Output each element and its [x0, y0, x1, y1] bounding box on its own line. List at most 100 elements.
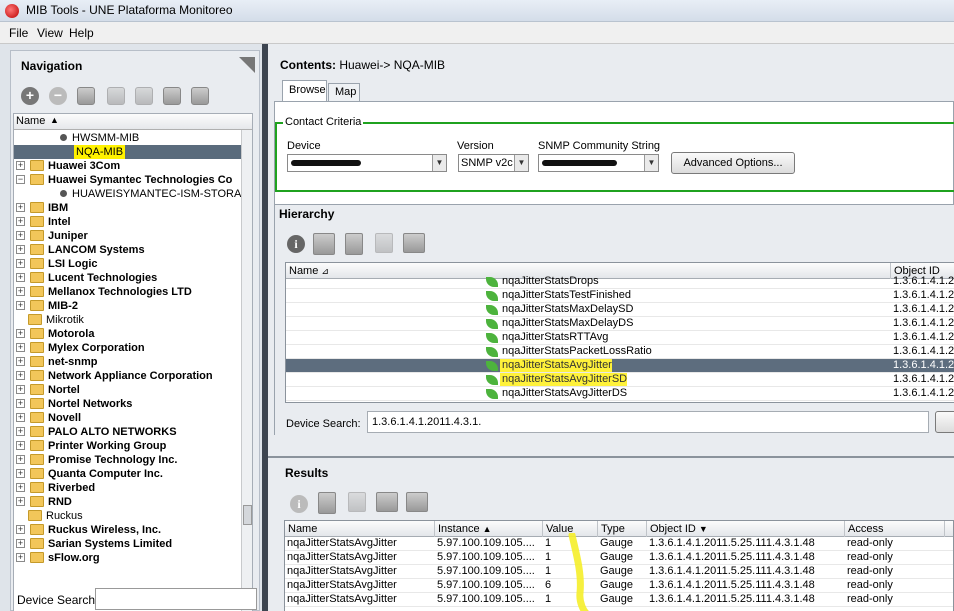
nav-device-search-input[interactable]: [95, 588, 257, 610]
tree-item[interactable]: + Novell: [14, 411, 252, 425]
tree-item[interactable]: + Lucent Technologies: [14, 271, 252, 285]
tree-item[interactable]: + Quanta Computer Inc.: [14, 467, 252, 481]
tree-item[interactable]: + Huawei 3Com: [14, 159, 252, 173]
menu-help[interactable]: Help: [69, 26, 94, 40]
hier-device-search-input[interactable]: 1.3.6.1.4.1.2011.4.3.1.: [367, 411, 929, 433]
tree-item[interactable]: + PALO ALTO NETWORKS: [14, 425, 252, 439]
results-row[interactable]: nqaJitterStatsAvgJitter 5.97.100.109.105.…: [285, 593, 953, 607]
tree-item[interactable]: + LSI Logic: [14, 257, 252, 271]
tree-item[interactable]: + Intel: [14, 215, 252, 229]
hierarchy-row[interactable]: nqaJitterStatsAvgJitterDS 1.3.6.1.4.1.2: [286, 387, 954, 401]
res-col-type[interactable]: Type: [598, 521, 647, 537]
tab-browse[interactable]: Browse: [282, 80, 327, 102]
expand-node-icon[interactable]: +: [16, 553, 25, 562]
hierarchy-row[interactable]: nqaJitterStatsPacketLossRatio 1.3.6.1.4.1…: [286, 345, 954, 359]
device-combo[interactable]: ▼: [287, 154, 447, 172]
res-col-oid[interactable]: Object ID ▼: [647, 521, 845, 537]
tree-item[interactable]: HUAWEISYMANTEC-ISM-STORAGE-SV: [14, 187, 252, 201]
res-col-name[interactable]: Name: [285, 521, 435, 537]
expand-node-icon[interactable]: +: [16, 301, 25, 310]
tree-item[interactable]: + Nortel: [14, 383, 252, 397]
scrollbar-thumb[interactable]: [243, 505, 252, 525]
advanced-options-button[interactable]: Advanced Options...: [671, 152, 795, 174]
expand-node-icon[interactable]: +: [16, 343, 25, 352]
expand-node-icon[interactable]: +: [16, 259, 25, 268]
tree-item[interactable]: + Promise Technology Inc.: [14, 453, 252, 467]
expand-node-icon[interactable]: +: [16, 497, 25, 506]
expand-node-icon[interactable]: +: [16, 329, 25, 338]
expand-node-icon[interactable]: +: [16, 245, 25, 254]
community-combo[interactable]: ▼: [538, 154, 659, 172]
hierarchy-row[interactable]: nqaJitterStatsMaxDelaySD 1.3.6.1.4.1.2: [286, 303, 954, 317]
expand-node-icon[interactable]: +: [16, 273, 25, 282]
hierarchy-row[interactable]: nqaJitterStatsAvgJitterSD 1.3.6.1.4.1.2: [286, 373, 954, 387]
edit-folder-icon[interactable]: [107, 87, 125, 105]
set-icon[interactable]: [375, 233, 393, 253]
edit-icon[interactable]: [376, 492, 398, 512]
hierarchy-row[interactable]: nqaJitterStatsTestFinished 1.3.6.1.4.1.2: [286, 289, 954, 303]
expand-all-icon[interactable]: +: [21, 87, 39, 105]
set-icon[interactable]: [348, 492, 366, 512]
hierarchy-row[interactable]: nqaJitterStatsRTTAvg 1.3.6.1.4.1.2: [286, 331, 954, 345]
export-icon[interactable]: [406, 492, 428, 512]
tree-item[interactable]: + sFlow.org: [14, 551, 252, 565]
expand-node-icon[interactable]: +: [16, 483, 25, 492]
tree-item[interactable]: + LANCOM Systems: [14, 243, 252, 257]
tree-item[interactable]: + Mylex Corporation: [14, 341, 252, 355]
res-col-instance[interactable]: Instance ▲: [435, 521, 543, 537]
tree-item[interactable]: − Huawei Symantec Technologies Co: [14, 173, 252, 187]
chevron-down-icon[interactable]: ▼: [514, 155, 528, 171]
tree-item[interactable]: + Ruckus Wireless, Inc.: [14, 523, 252, 537]
expand-node-icon[interactable]: +: [16, 371, 25, 380]
expand-node-icon[interactable]: +: [16, 399, 25, 408]
collapse-all-icon[interactable]: −: [49, 87, 67, 105]
expand-node-icon[interactable]: +: [16, 161, 25, 170]
tree-item[interactable]: + Riverbed: [14, 481, 252, 495]
get-icon[interactable]: [318, 492, 336, 514]
get-icon[interactable]: [345, 233, 363, 255]
expand-node-icon[interactable]: +: [16, 469, 25, 478]
chevron-down-icon[interactable]: ▼: [644, 155, 658, 171]
expand-node-icon[interactable]: +: [16, 413, 25, 422]
tree-item[interactable]: HWSMM-MIB: [14, 131, 252, 145]
tree-vertical-scrollbar[interactable]: [241, 130, 252, 611]
expand-node-icon[interactable]: +: [16, 427, 25, 436]
collapse-node-icon[interactable]: −: [16, 175, 25, 184]
hierarchy-row[interactable]: nqaJitterStatsAvgJitter 1.3.6.1.4.1.2: [286, 359, 954, 373]
tree-item[interactable]: + Nortel Networks: [14, 397, 252, 411]
expand-node-icon[interactable]: +: [16, 539, 25, 548]
delete-folder-icon[interactable]: [135, 87, 153, 105]
tab-map[interactable]: Map: [328, 83, 360, 102]
expand-node-icon[interactable]: +: [16, 455, 25, 464]
hierarchy-row[interactable]: nqaJitterStatsDrops 1.3.6.1.4.1.2: [286, 275, 954, 289]
tree-item[interactable]: + MIB-2: [14, 299, 252, 313]
hierarchy-row[interactable]: nqaJitterStatsMaxDelayDS 1.3.6.1.4.1.2: [286, 317, 954, 331]
tree-item[interactable]: NQA-MIB: [14, 145, 252, 159]
tree-item[interactable]: + IBM: [14, 201, 252, 215]
tree-item[interactable]: + Sarian Systems Limited: [14, 537, 252, 551]
tree-item[interactable]: + net-snmp: [14, 355, 252, 369]
walk-icon[interactable]: [313, 233, 335, 255]
add-folder-icon[interactable]: [77, 87, 95, 105]
menu-file[interactable]: File: [9, 26, 28, 40]
res-col-access[interactable]: Access: [845, 521, 945, 537]
tree-item[interactable]: Mikrotik: [14, 313, 252, 327]
info-icon[interactable]: i: [287, 235, 305, 253]
tree-item[interactable]: + Printer Working Group: [14, 439, 252, 453]
tree-item[interactable]: Ruckus: [14, 509, 252, 523]
tree-item[interactable]: + Motorola: [14, 327, 252, 341]
chevron-down-icon[interactable]: ▼: [432, 155, 446, 171]
expand-node-icon[interactable]: +: [16, 441, 25, 450]
results-row[interactable]: nqaJitterStatsAvgJitter 5.97.100.109.105.…: [285, 579, 953, 593]
menu-view[interactable]: View: [37, 26, 63, 40]
results-row[interactable]: nqaJitterStatsAvgJitter 5.97.100.109.105.…: [285, 537, 953, 551]
info-icon[interactable]: i: [290, 495, 308, 513]
version-combo[interactable]: SNMP v2c ▼: [458, 154, 529, 172]
expand-node-icon[interactable]: +: [16, 287, 25, 296]
tree-item[interactable]: + Network Appliance Corporation: [14, 369, 252, 383]
tree-item[interactable]: + Juniper: [14, 229, 252, 243]
tree-item[interactable]: + Mellanox Technologies LTD: [14, 285, 252, 299]
expand-node-icon[interactable]: +: [16, 231, 25, 240]
export-icon[interactable]: [403, 233, 425, 253]
expand-node-icon[interactable]: +: [16, 357, 25, 366]
